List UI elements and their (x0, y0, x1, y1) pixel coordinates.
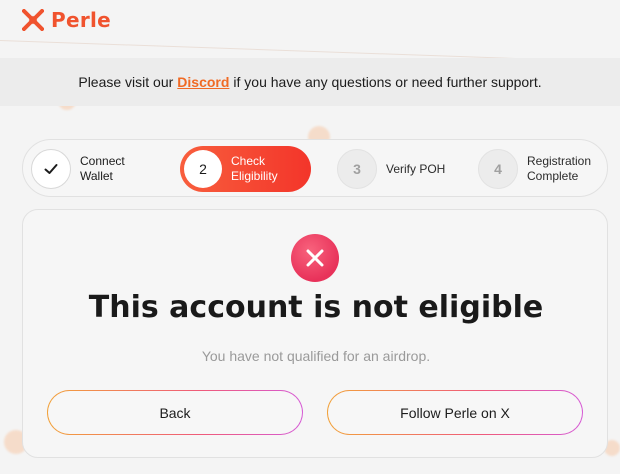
perle-logo-icon (22, 9, 44, 31)
close-icon (306, 249, 324, 267)
result-title: This account is not eligible (88, 290, 544, 325)
result-subtitle: You have not qualified for an airdrop. (201, 348, 431, 364)
progress-stepper: Connect Wallet 2 Check Eligibility 3 Ver… (22, 139, 608, 197)
support-banner: Please visit our Discord if you have any… (0, 58, 620, 106)
back-button[interactable]: Back (47, 390, 303, 435)
header: Perle (0, 0, 620, 58)
error-status-badge (291, 234, 339, 282)
step-label: Check Eligibility (231, 154, 278, 183)
brand-name: Perle (51, 8, 112, 32)
step-number: 4 (478, 149, 518, 189)
step-registration-complete: 4 Registration Complete (478, 140, 591, 198)
step-label: Connect Wallet (80, 154, 125, 183)
eligibility-result-card: This account is not eligible You have no… (22, 209, 608, 458)
step-circle (31, 149, 71, 189)
step-connect-wallet: Connect Wallet (31, 140, 125, 198)
brand-logo[interactable]: Perle (22, 8, 111, 32)
step-number: 2 (184, 150, 222, 188)
step-label: Verify POH (386, 161, 446, 176)
banner-text-before: Please visit our (78, 74, 174, 90)
discord-link[interactable]: Discord (177, 74, 229, 90)
banner-text-after: if you have any questions or need furthe… (233, 74, 542, 90)
check-icon (44, 164, 58, 174)
step-label: Registration Complete (527, 154, 592, 183)
step-number: 3 (337, 149, 377, 189)
follow-on-x-button[interactable]: Follow Perle on X (327, 390, 583, 435)
step-verify-poh: 3 Verify POH (337, 140, 445, 198)
step-check-eligibility: 2 Check Eligibility (180, 146, 311, 192)
